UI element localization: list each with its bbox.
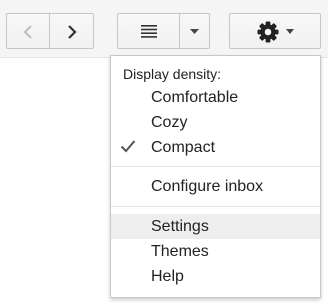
menu-item-label: Cozy <box>151 114 188 131</box>
menu-item-label: Compact <box>151 139 216 156</box>
toolbar <box>0 0 328 58</box>
settings-button[interactable] <box>229 13 321 49</box>
density-option-comfortable[interactable]: Comfortable <box>111 85 320 110</box>
density-option-cozy[interactable]: Cozy <box>111 110 320 135</box>
chevron-left-icon <box>23 25 32 39</box>
configure-inbox-item[interactable]: Configure inbox <box>111 174 320 199</box>
settings-item[interactable]: Settings <box>111 214 320 239</box>
display-density-dropdown[interactable] <box>179 13 210 49</box>
density-option-compact[interactable]: Compact <box>111 135 320 160</box>
menu-divider <box>111 206 320 207</box>
themes-item[interactable]: Themes <box>111 239 320 264</box>
checkmark-icon <box>120 140 136 153</box>
menu-item-label: Comfortable <box>151 89 239 106</box>
settings-menu: Display density: Comfortable Cozy Compac… <box>110 55 321 298</box>
gear-icon <box>257 21 279 43</box>
menu-item-label: Settings <box>151 218 209 235</box>
menu-item-label: Configure inbox <box>151 178 264 195</box>
menu-divider <box>111 166 320 167</box>
display-density-button[interactable] <box>117 13 180 49</box>
newer-button[interactable] <box>49 13 94 49</box>
menu-item-label: Help <box>151 268 184 285</box>
density-lines-icon <box>141 25 157 38</box>
chevron-right-icon <box>68 25 77 39</box>
older-button[interactable] <box>6 13 50 49</box>
caret-down-icon <box>286 29 294 34</box>
caret-down-icon <box>190 29 199 34</box>
help-item[interactable]: Help <box>111 264 320 289</box>
display-density-heading: Display density: <box>123 66 222 82</box>
menu-item-label: Themes <box>151 243 209 260</box>
